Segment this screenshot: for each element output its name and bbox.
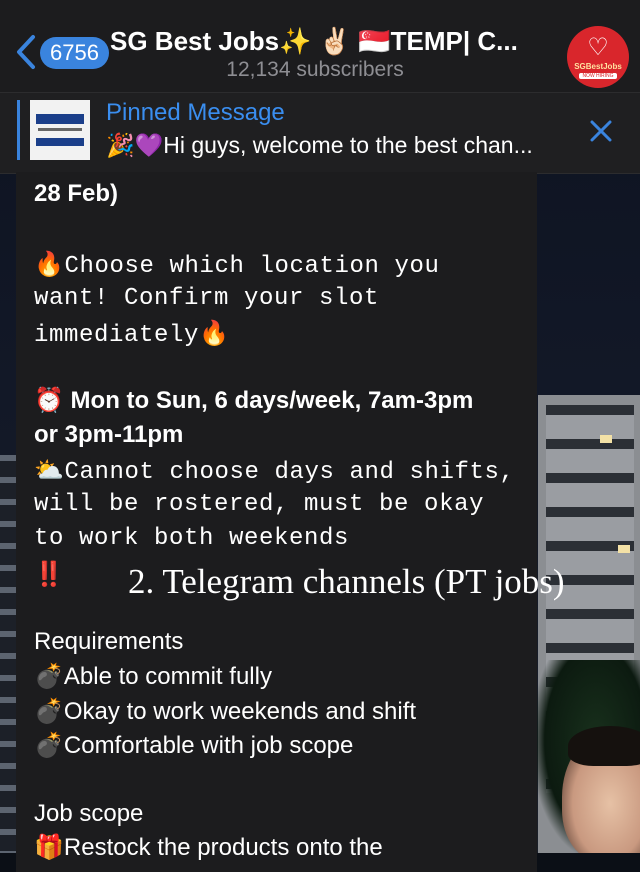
message-line: immediately🔥: [34, 322, 230, 349]
message-line: Job scope: [34, 800, 144, 827]
message-line: want! Confirm your slot: [34, 285, 380, 312]
subscriber-count: 12,134 subscribers: [226, 58, 404, 81]
message-line: will be rostered, must be okay: [34, 491, 485, 518]
message-line: Requirements: [34, 628, 184, 655]
chat-title[interactable]: SG Best Jobs✨ ✌🏻 🇸🇬TEMP| C...: [110, 26, 550, 57]
person-face: [562, 726, 640, 853]
pinned-text[interactable]: 🎉💜Hi guys, welcome to the best chan...: [106, 132, 586, 159]
chat-header: 6756 SG Best Jobs✨ ✌🏻 🇸🇬TEMP| C... 12,13…: [0, 0, 640, 92]
message-line: 🎁Restock the products onto the: [34, 834, 383, 861]
message-line: or 3pm-11pm: [34, 421, 184, 448]
message-line: ⛅Cannot choose days and shifts,: [34, 459, 515, 486]
message-line: 💣Able to commit fully: [34, 663, 272, 690]
channel-avatar-icon[interactable]: ♡ SGBestJobs NOW HIRING: [567, 26, 629, 88]
message-line: 💣Okay to work weekends and shift: [34, 698, 417, 725]
overlay-caption: 2. Telegram channels (PT jobs): [128, 562, 565, 601]
back-chevron-icon[interactable]: [8, 30, 44, 74]
message-line: to work both weekends: [34, 525, 350, 552]
message-line: 28 Feb): [34, 180, 119, 207]
message-line: ⏰ Mon to Sun, 6 days/week, 7am-3pm: [34, 387, 474, 414]
pinned-indicator: [17, 100, 20, 160]
unread-count-badge[interactable]: 6756: [40, 37, 109, 69]
message-line: 🔥Choose which location you: [34, 253, 440, 280]
message-bubble: 28 Feb) 🔥Choose which location you want!…: [16, 172, 537, 872]
message-line: 💣Comfortable with job scope: [34, 732, 354, 759]
message-line: ‼️: [34, 561, 64, 588]
close-icon[interactable]: [586, 116, 616, 146]
pinned-thumbnail-icon: [30, 100, 90, 160]
pinned-title[interactable]: Pinned Message: [106, 99, 285, 127]
